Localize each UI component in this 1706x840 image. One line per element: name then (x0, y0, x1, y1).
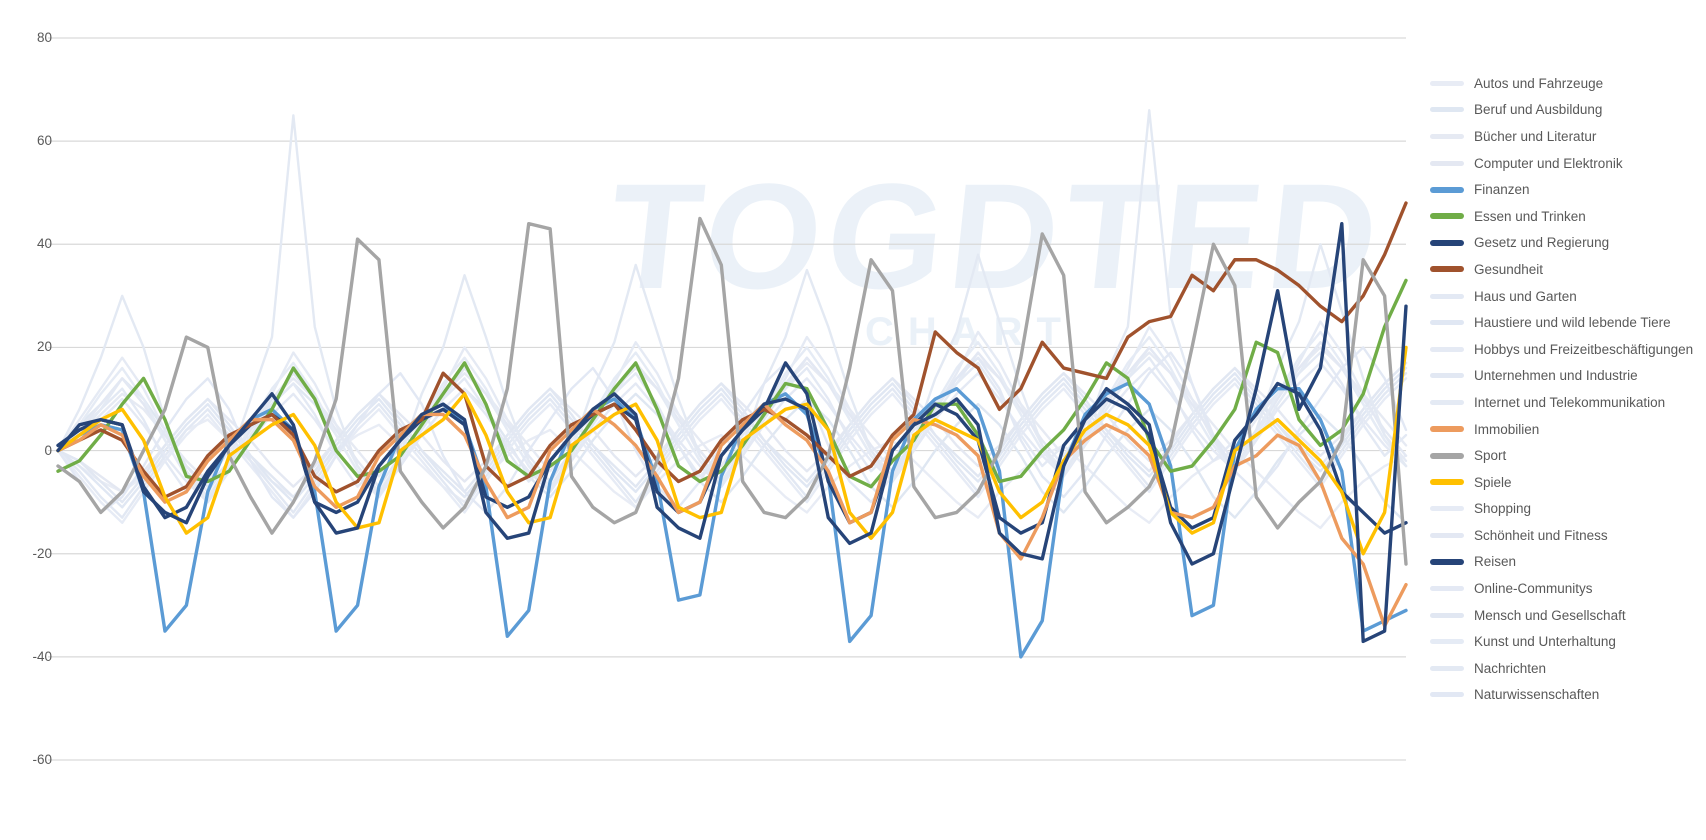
legend-color-swatch (1430, 639, 1464, 645)
legend-item-label: Shopping (1474, 501, 1532, 517)
legend-color-swatch (1430, 558, 1464, 565)
legend-item[interactable]: Bücher und Literatur (1430, 123, 1706, 150)
legend-item-label: Gesetz und Regierung (1474, 235, 1610, 251)
legend-color-swatch (1430, 186, 1464, 193)
legend-item-label: Online-Communitys (1474, 581, 1593, 597)
legend-color-swatch (1430, 266, 1464, 273)
chart-page: TOGDTED CHART 80 60 40 20 0 -20 -40 -60 Autos u… (0, 0, 1706, 840)
legend-color-swatch (1430, 612, 1464, 618)
legend-item-label: Mensch und Gesellschaft (1474, 607, 1626, 623)
legend-color-swatch (1430, 532, 1464, 538)
y-axis-tick-label: 0 (44, 442, 52, 458)
legend-item[interactable]: Spiele (1430, 469, 1706, 496)
legend-item-label: Essen und Trinken (1474, 208, 1586, 224)
legend-item[interactable]: Essen und Trinken (1430, 203, 1706, 230)
y-axis: 80 60 40 20 0 -20 -40 -60 (0, 0, 52, 790)
chart-svg (48, 37, 1408, 761)
legend-color-swatch (1430, 133, 1464, 139)
legend-item[interactable]: Internet und Telekommunikation (1430, 389, 1706, 416)
legend-color-swatch (1430, 239, 1464, 246)
legend-item[interactable]: Hobbys und Freizeitbeschäftigungen (1430, 336, 1706, 363)
legend-item[interactable]: Finanzen (1430, 176, 1706, 203)
legend-color-swatch (1430, 479, 1464, 486)
legend-item-label: Kunst und Unterhaltung (1474, 634, 1616, 650)
legend-item-label: Schönheit und Fitness (1474, 527, 1608, 543)
legend-color-swatch (1430, 320, 1464, 326)
legend-item-label: Finanzen (1474, 182, 1530, 198)
legend-item[interactable]: Immobilien (1430, 416, 1706, 443)
legend-item-label: Spiele (1474, 474, 1512, 490)
legend-item[interactable]: Haustiere und wild lebende Tiere (1430, 309, 1706, 336)
legend-item-label: Sport (1474, 448, 1507, 464)
legend-item-label: Naturwissenschaften (1474, 687, 1600, 703)
legend-item-label: Reisen (1474, 554, 1517, 570)
legend-item[interactable]: Gesundheit (1430, 256, 1706, 283)
legend-item-label: Immobilien (1474, 421, 1540, 437)
y-axis-tick-label: 40 (36, 236, 52, 252)
legend-color-swatch (1430, 692, 1464, 698)
legend-item-label: Nachrichten (1474, 660, 1547, 676)
legend-item-label: Haustiere und wild lebende Tiere (1474, 315, 1671, 331)
legend-item-label: Computer und Elektronik (1474, 155, 1623, 171)
legend-item[interactable]: Autos und Fahrzeuge (1430, 70, 1706, 97)
y-axis-tick-label: -20 (32, 545, 52, 561)
legend-color-swatch (1430, 506, 1464, 512)
legend-item-label: Hobbys und Freizeitbeschäftigungen (1474, 341, 1694, 357)
legend-item-label: Beruf und Ausbildung (1474, 102, 1603, 118)
chart-legend: Autos und Fahrzeuge Beruf und Ausbildung B… (1430, 70, 1706, 730)
legend-item-label: Bücher und Literatur (1474, 128, 1597, 144)
plot-area (0, 0, 1410, 790)
legend-item[interactable]: Shopping (1430, 496, 1706, 523)
legend-color-swatch (1430, 346, 1464, 352)
legend-item[interactable]: Beruf und Ausbildung (1430, 97, 1706, 124)
legend-color-swatch (1430, 160, 1464, 166)
legend-color-swatch (1430, 399, 1464, 405)
legend-item-label: Internet und Telekommunikation (1474, 394, 1666, 410)
legend-item[interactable]: Gesetz und Regierung (1430, 230, 1706, 257)
legend-color-swatch (1430, 665, 1464, 671)
legend-item[interactable]: Kunst und Unterhaltung (1430, 628, 1706, 655)
legend-item[interactable]: Nachrichten (1430, 655, 1706, 682)
legend-item-label: Gesundheit (1474, 261, 1544, 277)
legend-color-swatch (1430, 586, 1464, 592)
y-axis-tick-label: 60 (36, 133, 52, 149)
legend-color-swatch (1430, 107, 1464, 113)
legend-item[interactable]: Mensch und Gesellschaft (1430, 602, 1706, 629)
legend-color-swatch (1430, 373, 1464, 379)
legend-item[interactable]: Schönheit und Fitness (1430, 522, 1706, 549)
legend-item[interactable]: Unternehmen und Industrie (1430, 363, 1706, 390)
legend-item[interactable]: Online-Communitys (1430, 575, 1706, 602)
legend-color-swatch (1430, 426, 1464, 433)
legend-color-swatch (1430, 213, 1464, 220)
legend-item[interactable]: Haus und Garten (1430, 283, 1706, 310)
legend-item[interactable]: Reisen (1430, 549, 1706, 576)
legend-color-swatch (1430, 293, 1464, 299)
legend-item[interactable]: Naturwissenschaften (1430, 682, 1706, 709)
legend-color-swatch (1430, 452, 1464, 459)
y-axis-tick-label: -60 (32, 752, 52, 767)
legend-item-label: Autos und Fahrzeuge (1474, 75, 1604, 91)
legend-item[interactable]: Sport (1430, 442, 1706, 469)
legend-item-label: Haus und Garten (1474, 288, 1577, 304)
y-axis-tick-label: 80 (36, 30, 52, 45)
legend-color-swatch (1430, 80, 1464, 86)
series-faded-group (56, 108, 1408, 530)
legend-item-label: Unternehmen und Industrie (1474, 368, 1638, 384)
legend-item[interactable]: Computer und Elektronik (1430, 150, 1706, 177)
y-axis-tick-label: 20 (36, 339, 52, 355)
y-axis-tick-label: -40 (32, 648, 52, 664)
